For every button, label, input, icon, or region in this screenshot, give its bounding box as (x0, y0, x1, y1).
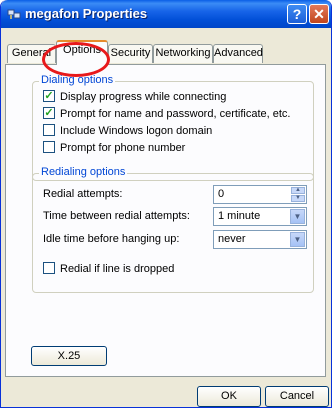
redial-if-dropped-checkbox[interactable] (43, 262, 55, 275)
tab-security[interactable]: Security (108, 44, 153, 63)
spin-down-icon[interactable]: ▼ (291, 195, 305, 202)
idle-time-value: never (218, 233, 246, 245)
time-between-attempts-label: Time between redial attempts: (43, 210, 190, 222)
redial-if-dropped-option[interactable]: Redial if line is dropped (43, 262, 174, 276)
tab-networking[interactable]: Networking (153, 44, 213, 63)
dialing-options-title: Dialing options (39, 74, 116, 86)
x25-button[interactable]: X.25 (31, 346, 107, 366)
display-progress-label: Display progress while connecting (60, 91, 227, 104)
cancel-button[interactable]: Cancel (265, 386, 329, 407)
redialing-options-title: Redialing options (39, 166, 128, 178)
prompt-phone-number-label: Prompt for phone number (60, 142, 186, 155)
chevron-down-icon[interactable]: ▼ (290, 232, 305, 247)
network-connection-icon (7, 9, 21, 19)
prompt-name-password-label: Prompt for name and password, certificat… (60, 108, 291, 121)
spin-buttons[interactable]: ▲ ▼ (291, 187, 305, 202)
display-progress-option[interactable]: ✓ Display progress while connecting (43, 90, 226, 104)
redial-if-dropped-label: Redial if line is dropped (60, 263, 175, 276)
prompt-name-password-option[interactable]: ✓ Prompt for name and password, certifica… (43, 107, 291, 121)
include-logon-domain-checkbox[interactable] (43, 124, 55, 137)
chevron-down-icon[interactable]: ▼ (290, 209, 305, 224)
idle-time-dropdown[interactable]: never ▼ (213, 230, 307, 249)
spin-up-icon[interactable]: ▲ (291, 187, 305, 194)
properties-window: megafon Properties ? ✕ General Options S… (0, 0, 332, 408)
redial-attempts-label: Redial attempts: (43, 188, 123, 200)
time-between-attempts-dropdown[interactable]: 1 minute ▼ (213, 207, 307, 226)
redial-attempts-value: 0 (218, 188, 225, 200)
prompt-name-password-checkbox[interactable]: ✓ (43, 107, 55, 120)
display-progress-checkbox[interactable]: ✓ (43, 90, 55, 103)
title-bar[interactable]: megafon Properties ? ✕ (1, 0, 331, 28)
tab-strip: General Options Security Networking Adva… (1, 34, 331, 66)
prompt-phone-number-checkbox[interactable] (43, 141, 55, 154)
tab-advanced[interactable]: Advanced (213, 44, 263, 63)
tab-options[interactable]: Options (56, 40, 108, 65)
ok-button[interactable]: OK (197, 386, 261, 407)
options-panel: Dialing options ✓ Display progress while … (5, 64, 326, 377)
time-between-attempts-value: 1 minute (218, 210, 261, 222)
idle-time-label: Idle time before hanging up: (43, 233, 180, 245)
include-logon-domain-option[interactable]: Include Windows logon domain (43, 124, 212, 138)
prompt-phone-number-option[interactable]: Prompt for phone number (43, 141, 185, 155)
include-logon-domain-label: Include Windows logon domain (60, 125, 213, 138)
redial-attempts-spinner[interactable]: 0 ▲ ▼ (213, 185, 307, 204)
window-title: megafon Properties (25, 6, 148, 21)
help-button[interactable]: ? (287, 4, 307, 24)
close-button[interactable]: ✕ (309, 4, 329, 24)
tab-general[interactable]: General (7, 44, 56, 63)
